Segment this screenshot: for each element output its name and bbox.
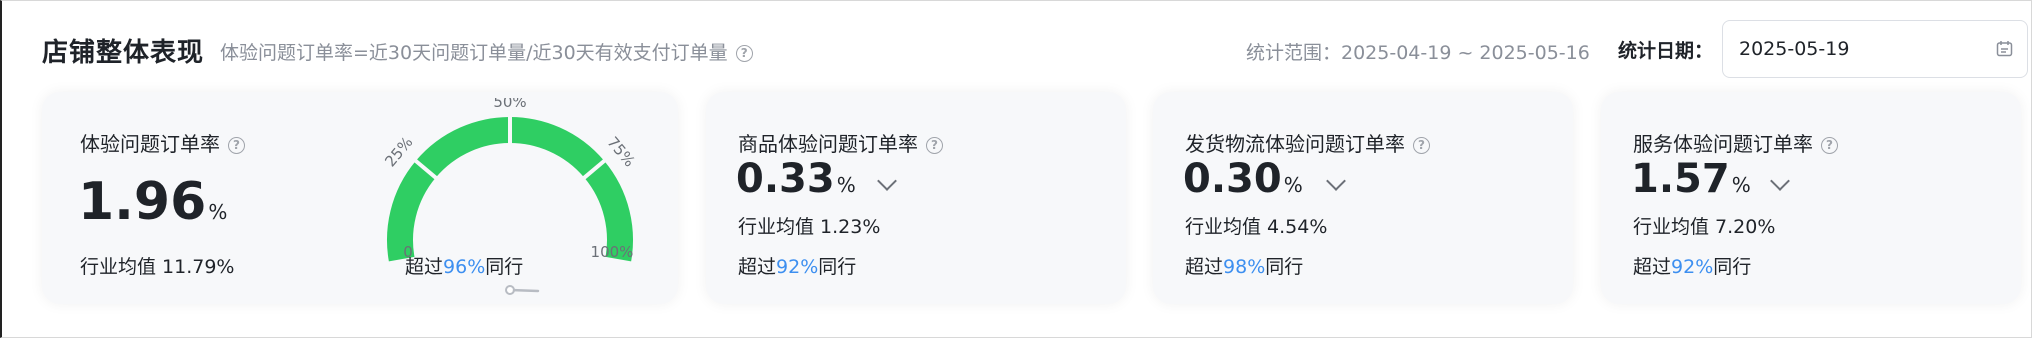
industry-average: 行业均值 11.79% [80,256,235,278]
card-overall-rate: 体验问题订单率? 1.96% 行业均值 11.79% 0 25% 50% 75%… [42,92,678,304]
gauge-tick-label: 50% [493,98,526,111]
date-value: 2025-05-19 [1739,38,1850,60]
card-label-text: 发货物流体验问题订单率 [1185,132,1405,156]
gauge-arc [387,117,633,262]
help-icon[interactable]: ? [228,137,245,154]
subtitle: 体验问题订单率=近30天问题订单量/近30天有效支付订单量? [220,38,753,65]
beat-percent: 98% [1223,256,1266,278]
card-label: 发货物流体验问题订单率? [1185,128,1430,157]
section-header: 店铺整体表现 体验问题订单率=近30天问题订单量/近30天有效支付订单量? 统计… [42,20,2034,80]
card-value: 0.33% [736,156,856,202]
beat-peers: 超过92%同行 [738,252,856,279]
card-label: 服务体验问题订单率? [1633,128,1838,157]
card-product-rate: 商品体验问题订单率? 0.33% 行业均值 1.23% 超过92%同行 [706,92,1126,304]
beat-percent: 92% [776,256,819,278]
beat-suffix: 同行 [1713,256,1752,278]
beat-peers: 超过96%同行 [405,252,523,279]
beat-percent: 96% [443,256,486,278]
chevron-down-icon[interactable] [1326,171,1346,191]
beat-suffix: 同行 [485,256,524,278]
help-icon[interactable]: ? [1821,137,1838,154]
card-label-text: 体验问题订单率 [80,132,220,156]
card-value: 1.57% [1631,156,1751,202]
beat-suffix: 同行 [1265,256,1304,278]
card-label: 商品体验问题订单率? [738,128,943,157]
gauge-tick-label: 25% [381,133,416,170]
card-label-text: 服务体验问题订单率 [1633,132,1813,156]
help-icon[interactable]: ? [735,45,753,62]
beat-peers: 超过92%同行 [1633,252,1751,279]
stat-range: 统计范围：2025-04-19 ~ 2025-05-16 [1246,42,1590,64]
page-title: 店铺整体表现 [42,38,205,68]
date-label: 统计日期： [1618,40,1714,62]
industry-average: 行业均值 1.23% [738,216,881,238]
card-value: 1.96% [78,172,227,232]
value-number: 1.96 [78,172,207,232]
industry-average: 行业均值 7.20% [1633,216,1776,238]
beat-peers: 超过98%同行 [1185,252,1303,279]
beat-percent: 92% [1671,256,1714,278]
beat-prefix: 超过 [1185,256,1224,278]
gauge-tick-label: 100% [591,243,634,261]
industry-average: 行业均值 4.54% [1185,216,1328,238]
card-logistics-rate: 发货物流体验问题订单率? 0.30% 行业均值 4.54% 超过98%同行 [1153,92,1573,304]
value-unit: % [1731,173,1751,197]
beat-suffix: 同行 [818,256,857,278]
card-label: 体验问题订单率? [80,128,245,157]
beat-prefix: 超过 [738,256,777,278]
gauge-needle [505,285,540,295]
date-picker[interactable]: 2025-05-19 [1722,20,2028,78]
value-number: 0.33 [736,156,835,202]
value-unit: % [1283,173,1303,197]
help-icon[interactable]: ? [926,137,943,154]
chevron-down-icon[interactable] [877,171,897,191]
card-value: 0.30% [1183,156,1303,202]
calendar-icon [1996,41,2013,57]
gauge-tick-label: 75% [603,133,638,170]
value-number: 1.57 [1631,156,1730,202]
chevron-down-icon[interactable] [1770,171,1790,191]
subtitle-text: 体验问题订单率=近30天问题订单量/近30天有效支付订单量 [220,42,728,64]
beat-prefix: 超过 [405,256,444,278]
value-number: 0.30 [1183,156,1282,202]
value-unit: % [208,200,228,224]
card-label-text: 商品体验问题订单率 [738,132,918,156]
value-unit: % [836,173,856,197]
card-service-rate: 服务体验问题订单率? 1.57% 行业均值 7.20% 超过92%同行 [1601,92,2021,304]
help-icon[interactable]: ? [1413,137,1430,154]
beat-prefix: 超过 [1633,256,1672,278]
